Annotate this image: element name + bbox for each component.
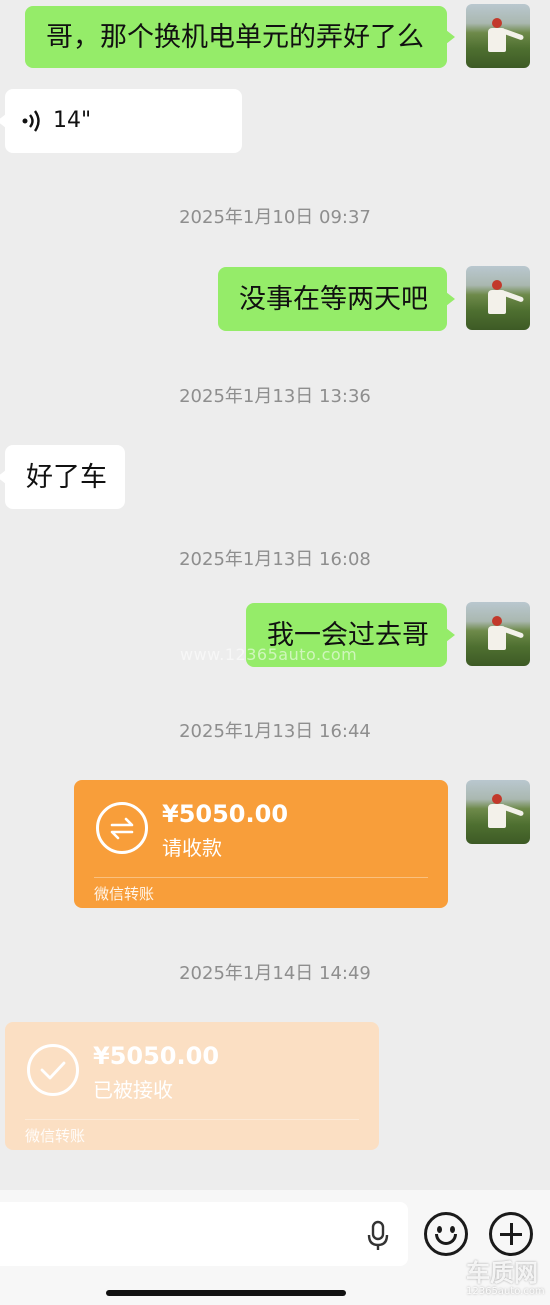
transfer-received-card[interactable]: ¥5050.00 已被接收 微信转账 [5,1022,379,1150]
voice-duration: 14" [53,108,92,133]
timestamp: 2025年1月14日 14:49 [179,963,371,984]
plus-icon[interactable] [489,1212,533,1256]
message-text: 没事在等两天吧 [239,283,428,315]
voice-icon [21,109,43,133]
transfer-status: 已被接收 [93,1078,173,1102]
message-text: 好了车 [26,461,107,493]
avatar[interactable] [466,4,530,68]
transfer-amount: ¥5050.00 [162,800,289,828]
emoji-icon[interactable] [424,1212,468,1256]
timestamp: 2025年1月13日 16:08 [179,549,371,570]
timestamp: 2025年1月10日 09:37 [179,207,371,228]
watermark-text: www.12365auto.com [180,645,358,664]
message-text: 哥，那个换机电单元的弄好了么 [46,21,424,53]
timestamp: 2025年1月13日 13:36 [179,386,371,407]
transfer-brand: 微信转账 [94,885,155,903]
avatar[interactable] [466,780,530,844]
divider [25,1119,359,1120]
message-input[interactable] [0,1202,408,1266]
home-indicator [106,1290,346,1296]
watermark-logo-text: 车质网 [466,1259,538,1287]
transfer-status: 请收款 [162,836,222,860]
check-icon [27,1044,79,1096]
message-bubble-2[interactable]: 没事在等两天吧 [218,267,455,331]
watermark-logo: 车质网 12365auto.com [466,1260,550,1302]
transfer-arrows-icon [96,802,148,854]
message-bubble-3[interactable]: 好了车 [0,445,125,509]
transfer-brand: 微信转账 [25,1127,86,1145]
microphone-icon[interactable] [366,1220,390,1252]
message-bubble-1[interactable]: 哥，那个换机电单元的弄好了么 [25,6,455,68]
timestamp: 2025年1月13日 16:44 [179,721,371,742]
transfer-amount: ¥5050.00 [93,1042,220,1070]
transfer-request-card[interactable]: ¥5050.00 请收款 微信转账 [74,780,448,908]
divider [94,877,428,878]
voice-message-bubble[interactable]: 14" [0,89,242,153]
watermark-logo-url: 12365auto.com [466,1286,545,1297]
avatar[interactable] [466,602,530,666]
avatar[interactable] [466,266,530,330]
